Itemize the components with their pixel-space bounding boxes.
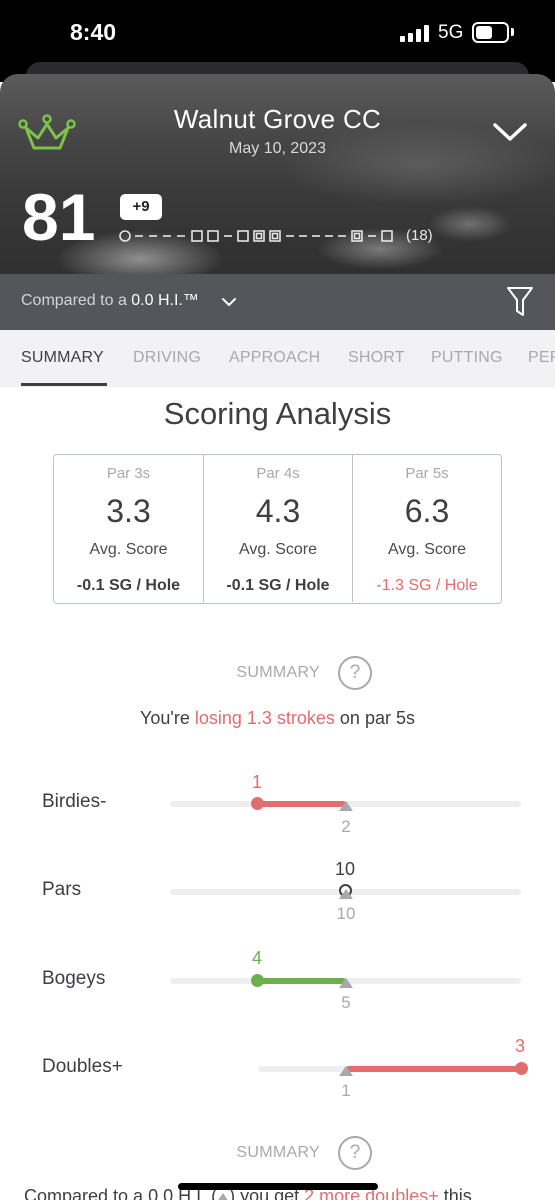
par-label: Par 3s: [106, 465, 151, 482]
compare-selector[interactable]: Compared to a 0.0 H.I.™: [0, 274, 555, 330]
row-value: 4: [251, 948, 262, 968]
hole-count: (18): [406, 227, 433, 244]
tab-approach[interactable]: APPROACH: [229, 349, 320, 367]
reference-triangle-icon: [339, 1066, 353, 1076]
reference-value: 2: [341, 817, 351, 836]
summary-highlight: losing 1.3 strokes: [194, 708, 335, 728]
summary-text-pre: You're: [140, 708, 195, 728]
difference-bar: [258, 978, 346, 984]
page-title: Scoring Analysis: [163, 396, 392, 431]
reference-value: 10: [336, 904, 356, 923]
filter-icon[interactable]: [506, 285, 534, 318]
par-label: Par 4s: [256, 465, 300, 482]
par3-stats[interactable]: Par 3s 3.3 Avg. Score -0.1 SG / Hole: [54, 455, 203, 602]
status-time: 8:40: [70, 19, 117, 45]
value-marker: [251, 797, 264, 810]
row-value: 1: [251, 772, 262, 792]
reference-triangle-icon: [339, 978, 353, 988]
row-value: 10: [334, 859, 356, 879]
strokes-gained: -0.1 SG / Hole: [226, 577, 330, 594]
battery-icon: [472, 22, 509, 43]
par5-stats[interactable]: Par 5s 6.3 Avg. Score -1.3 SG / Hole: [352, 455, 501, 602]
reference-triangle-icon: [339, 801, 353, 811]
row-label: Birdies-: [42, 791, 107, 812]
tab-performance[interactable]: PERFORMANCE: [528, 349, 555, 367]
summary-text: You're losing 1.3 strokes on par 5s: [0, 708, 555, 729]
row-value: 3: [514, 1036, 525, 1056]
home-indicator[interactable]: [178, 1183, 378, 1190]
reference-triangle-icon: [339, 889, 353, 899]
reference-value: 5: [341, 993, 351, 1012]
tab-summary[interactable]: SUMMARY: [21, 349, 104, 367]
tab-short[interactable]: SHORT: [348, 349, 405, 367]
round-score: 81: [22, 180, 96, 254]
compare-handicap: 0.0 H.I.™: [131, 292, 199, 309]
par4-stats[interactable]: Par 4s 4.3 Avg. Score -0.1 SG / Hole: [203, 455, 352, 602]
tab-putting[interactable]: PUTTING: [431, 349, 503, 367]
round-header: Walnut Grove CC May 10, 2023 81 +9 (18): [0, 74, 555, 274]
avg-score-label: Avg. Score: [388, 541, 466, 558]
par-label: Par 5s: [405, 465, 449, 482]
par-avg-score: 3.3: [106, 493, 151, 529]
avg-score-label: Avg. Score: [89, 541, 168, 558]
summary2-text-post: this: [438, 1186, 472, 1200]
round-date: May 10, 2023: [229, 140, 326, 157]
strokes-gained: -0.1 SG / Hole: [76, 577, 181, 594]
value-marker: [251, 974, 264, 987]
help-icon[interactable]: ?: [338, 656, 372, 690]
value-marker: [515, 1062, 528, 1075]
summary-text-post: on par 5s: [334, 708, 415, 728]
chevron-down-icon[interactable]: [490, 117, 530, 145]
row-label: Bogeys: [42, 968, 106, 989]
row-label: Pars: [42, 879, 82, 900]
battery-tip: [511, 28, 514, 36]
compare-label[interactable]: Compared to a 0.0 H.I.™: [21, 292, 199, 310]
par-stats-table: Par 3s 3.3 Avg. Score -0.1 SG / Hole Par…: [53, 454, 502, 604]
signal-icon: [400, 25, 430, 42]
compare-prefix: Compared to a: [21, 292, 132, 309]
tab-driving[interactable]: DRIVING: [133, 349, 201, 367]
network-type: 5G: [438, 22, 464, 43]
reference-triangle-icon: [217, 1193, 230, 1200]
difference-bar: [258, 801, 346, 807]
avg-score-label: Avg. Score: [239, 541, 317, 558]
summary-label: SUMMARY: [236, 1144, 320, 1161]
reference-value: 1: [341, 1081, 351, 1100]
status-bar: 8:40 5G: [0, 0, 555, 62]
tab-bar: SUMMARY DRIVING APPROACH SHORT PUTTING P…: [0, 330, 555, 387]
hole-by-hole-strip: [119, 230, 393, 242]
strokes-gained: -1.3 SG / Hole: [376, 577, 478, 594]
summary-label: SUMMARY: [236, 664, 320, 681]
chevron-down-icon[interactable]: [221, 296, 237, 308]
help-icon[interactable]: ?: [338, 1136, 372, 1170]
to-par-badge: +9: [120, 194, 162, 220]
active-tab-indicator: [21, 383, 107, 386]
course-name: Walnut Grove CC: [173, 104, 382, 134]
par-avg-score: 4.3: [255, 493, 301, 529]
difference-bar: [346, 1066, 522, 1072]
row-label: Doubles+: [42, 1056, 123, 1077]
par-avg-score: 6.3: [404, 493, 450, 529]
